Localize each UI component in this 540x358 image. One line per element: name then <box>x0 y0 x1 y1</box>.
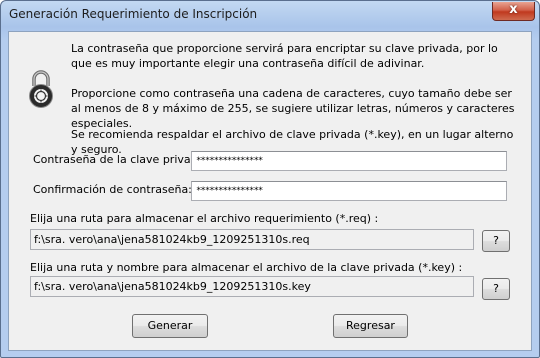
info-encrypt-text: La contraseña que proporcione servirá pa… <box>71 42 498 70</box>
key-path-browse-button[interactable]: ? <box>482 278 510 300</box>
title-bar[interactable]: Generación Requerimiento de Inscripción … <box>1 1 540 31</box>
back-button-label: Regresar <box>346 319 395 332</box>
req-path-browse-button[interactable]: ? <box>482 230 510 252</box>
generate-button-label: Generar <box>147 319 193 332</box>
req-path-label: Elija una ruta para almacenar el archivo… <box>30 212 379 225</box>
password-field[interactable]: *************** <box>191 151 507 171</box>
generate-button[interactable]: Generar <box>132 314 208 338</box>
req-path-browse-label: ? <box>493 234 499 247</box>
key-path-field[interactable]: f:\sra. vero\ana\jena581024kb9_120925131… <box>30 276 474 297</box>
window-title: Generación Requerimiento de Inscripción <box>9 7 258 21</box>
key-path-label: Elija una ruta y nombre para almacenar e… <box>30 261 463 274</box>
close-icon: x <box>509 2 518 17</box>
info-length-text: Proporcione como contraseña una cadena d… <box>71 87 515 130</box>
confirm-password-field[interactable]: *************** <box>191 181 507 201</box>
close-button[interactable]: x <box>492 2 535 21</box>
back-button[interactable]: Regresar <box>333 314 408 338</box>
dialog-body: La contraseña que proporcione servirá pa… <box>8 31 532 351</box>
confirm-password-label: Confirmación de contraseña: <box>33 183 192 196</box>
req-path-field[interactable]: f:\sra. vero\ana\jena581024kb9_120925131… <box>30 229 474 250</box>
password-label: Contraseña de la clave privada: <box>33 153 209 166</box>
dialog-window: Generación Requerimiento de Inscripción … <box>0 0 540 358</box>
key-path-browse-label: ? <box>493 282 499 295</box>
padlock-icon <box>29 70 53 108</box>
